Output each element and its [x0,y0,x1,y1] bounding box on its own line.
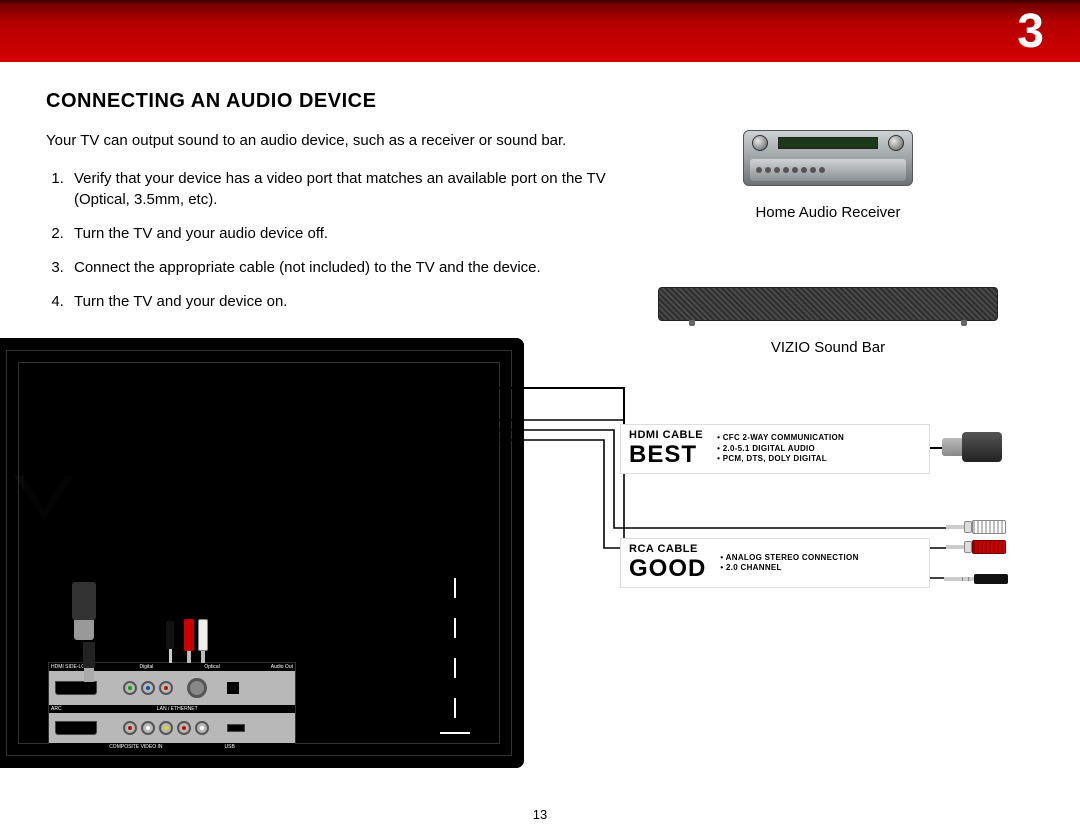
connection-diagram: HDMI SIDE-LCDDigitalOpticalAudio Out ARC… [0,338,1080,778]
rca-red-port-icon [159,681,173,695]
coax-port-icon [187,678,207,698]
rca-green-port-icon [123,681,137,695]
hdmi-callout-title: HDMI CABLE [629,429,703,441]
rca-red-plug-right-icon [946,540,1006,554]
content-area: CONNECTING AN AUDIO DEVICE Your TV can o… [0,62,1080,380]
aux-plug-right-icon [944,574,1008,584]
step-item: Turn the TV and your audio device off. [68,224,616,244]
step-item: Verify that your device has a video port… [68,169,616,210]
rca-callout-title: RCA CABLE [629,543,706,555]
vizio-logo-icon [4,468,84,528]
hdmi-callout-rating: BEST [629,441,703,469]
rca-red-plug-icon [184,619,194,663]
aux-plug-icon [166,621,174,663]
hdmi-port-icon [55,681,97,695]
hdmi-bullet: CFC 2-WAY COMMUNICATION [717,433,844,443]
rca-callout-rating: GOOD [629,555,706,583]
device-illustrations: Home Audio Receiver VIZIO Sound Bar [616,90,1040,380]
receiver-illustration [743,130,913,186]
hdmi-bullet: PCM, DTS, DOLY DIGITAL [717,454,844,464]
footer-note: Note: The image shown here is for illust… [10,798,510,820]
rca-blue-port-icon [141,681,155,695]
rca-callout: RCA CABLE GOOD ANALOG STEREO CONNECTION … [620,538,930,588]
section-heading: CONNECTING AN AUDIO DEVICE [46,90,616,113]
chapter-number: 3 [1017,4,1044,59]
step-item: Connect the appropriate cable (not inclu… [68,258,616,278]
hdmi-callout: HDMI CABLE BEST CFC 2-WAY COMMUNICATION … [620,424,930,474]
rca-bullet: ANALOG STEREO CONNECTION [720,553,858,563]
text-column: CONNECTING AN AUDIO DEVICE Your TV can o… [46,90,616,380]
page-number: 13 [533,807,547,822]
usb-port-icon [227,724,245,732]
rca-white-plug-icon [198,619,208,663]
rca-port-icon [195,721,209,735]
rca-white-plug-right-icon [946,520,1006,534]
optical-port-icon [227,682,239,694]
rca-bullet: 2.0 CHANNEL [720,563,858,573]
tv-back-illustration: HDMI SIDE-LCDDigitalOpticalAudio Out ARC… [0,338,524,768]
hdmi-plug-right-icon [942,432,1002,462]
intro-paragraph: Your TV can output sound to an audio dev… [46,131,616,151]
usb-plug-icon [83,642,95,682]
chapter-header: 3 [0,0,1080,62]
hdmi-bullet: 2.0-5.1 DIGITAL AUDIO [717,444,844,454]
hdmi-plug-icon [72,582,96,640]
step-item: Turn the TV and your device on. [68,292,616,312]
receiver-caption: Home Audio Receiver [755,204,900,221]
soundbar-illustration [658,287,998,321]
steps-list: Verify that your device has a video port… [46,169,616,312]
rca-port-icon [123,721,137,735]
hdmi-arc-port-icon [55,721,97,735]
rca-port-icon [177,721,191,735]
rca-port-icon [159,721,173,735]
rca-port-icon [141,721,155,735]
